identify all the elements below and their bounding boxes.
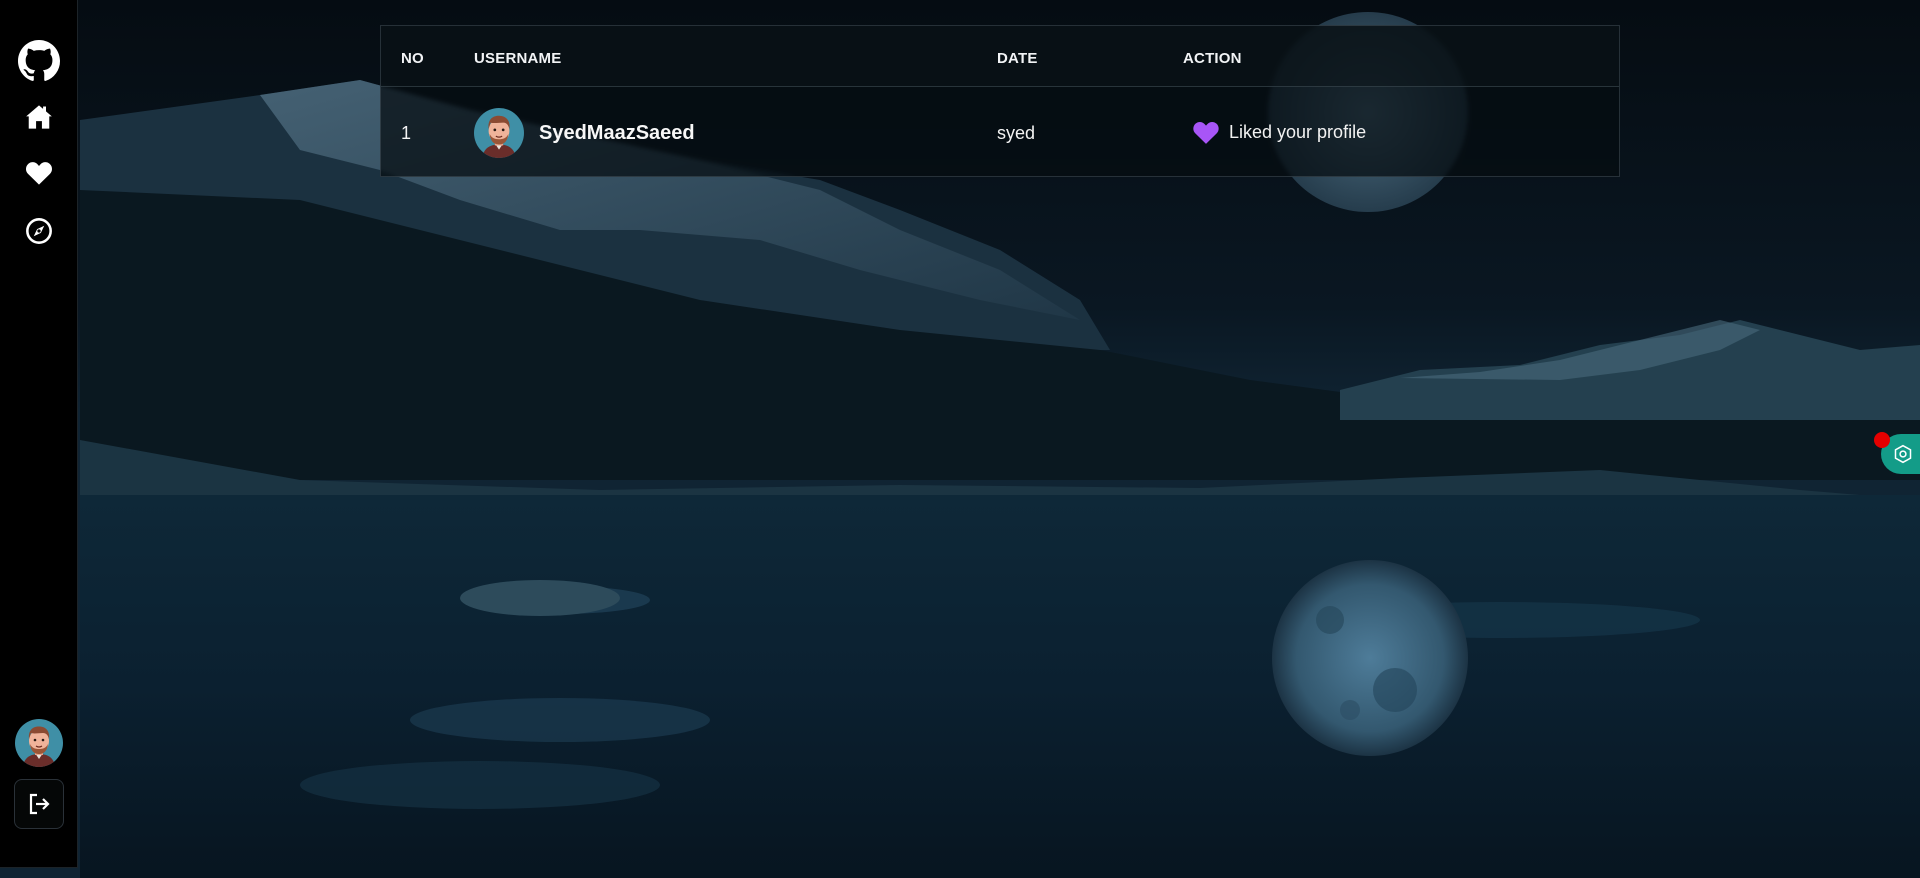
sidebar-item-github[interactable] bbox=[0, 37, 78, 85]
sidebar-item-explore[interactable] bbox=[0, 216, 78, 246]
heart-icon bbox=[1193, 121, 1219, 144]
action-text: Liked your profile bbox=[1229, 122, 1367, 142]
sidebar-item-home[interactable] bbox=[0, 102, 78, 132]
heart-icon bbox=[26, 162, 52, 185]
github-icon bbox=[18, 40, 60, 81]
row-date: syed bbox=[997, 123, 1036, 143]
avatar[interactable] bbox=[15, 719, 63, 767]
sidebar bbox=[0, 0, 78, 868]
table-header: NO USERNAME DATE ACTION bbox=[381, 26, 1619, 87]
username-link[interactable]: SyedMaazSaeed bbox=[539, 122, 695, 145]
user-avatar-image bbox=[474, 108, 524, 158]
column-header-date: DATE bbox=[997, 50, 1038, 67]
compass-icon bbox=[26, 218, 52, 244]
table-row: 1 SyedMaazSaeed syed Liked your profile bbox=[381, 87, 1619, 177]
avatar-image bbox=[15, 719, 63, 767]
row-number: 1 bbox=[401, 123, 412, 143]
avatar[interactable] bbox=[474, 108, 524, 158]
notification-dot bbox=[1874, 432, 1890, 448]
hexagon-settings-icon bbox=[1894, 444, 1912, 464]
row-action: Liked your profile bbox=[1192, 120, 1366, 145]
column-header-username: USERNAME bbox=[474, 50, 562, 67]
logout-icon bbox=[29, 793, 50, 815]
column-header-no: NO bbox=[401, 50, 424, 67]
column-header-action: ACTION bbox=[1183, 50, 1242, 67]
likes-table: NO USERNAME DATE ACTION 1 SyedMaazSaeed … bbox=[380, 25, 1620, 177]
home-icon bbox=[26, 105, 52, 129]
sidebar-item-likes[interactable] bbox=[0, 158, 78, 188]
logout-button[interactable] bbox=[14, 779, 64, 829]
